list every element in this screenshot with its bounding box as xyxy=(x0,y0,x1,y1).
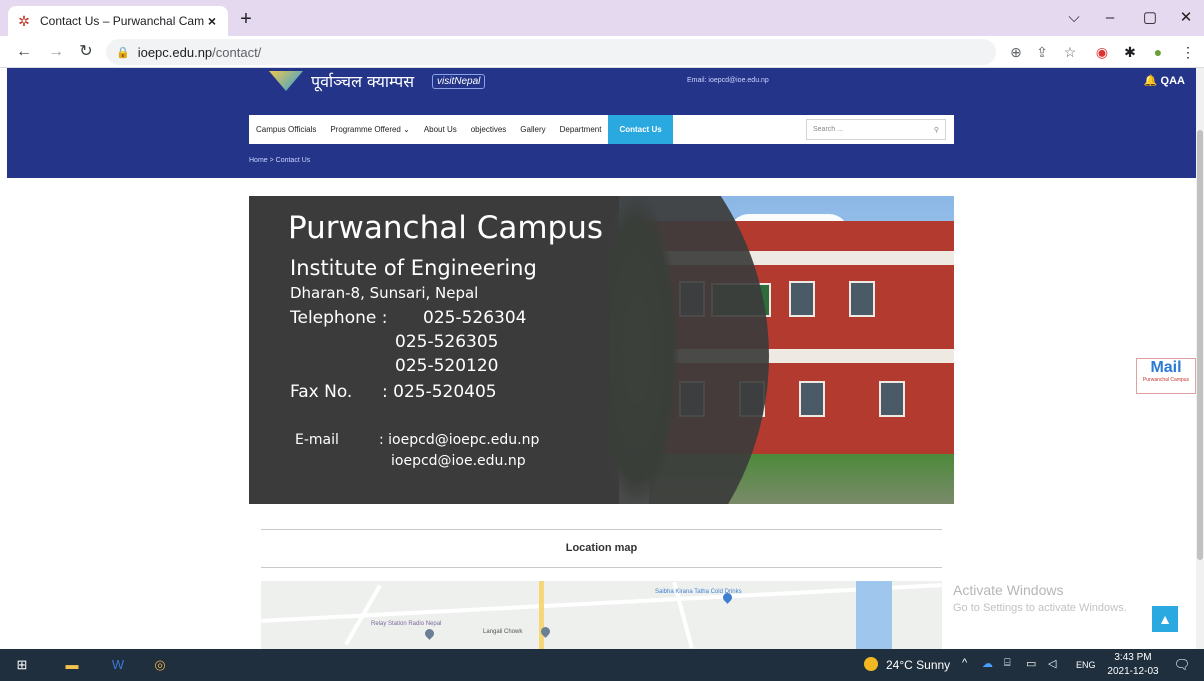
search-placeholder: Search ... xyxy=(813,126,843,133)
clock-time: 3:43 PM xyxy=(1114,652,1152,663)
divider xyxy=(261,529,942,530)
main-nav: Campus Officials Programme Offered ⌄ Abo… xyxy=(249,115,954,144)
word-icon[interactable]: W xyxy=(108,655,128,675)
tray-chevron-icon[interactable]: ^ xyxy=(962,657,967,669)
email-label: E-mail xyxy=(295,432,339,448)
browser-tab-strip: ✲ Contact Us – Purwanchal Campu × + ⌵ – … xyxy=(0,0,1204,36)
mail-badge[interactable]: Mail Purwanchal Campus xyxy=(1136,358,1196,394)
map-label-relay: Relay Station Radio Nepal xyxy=(371,621,442,627)
page-scrollbar[interactable] xyxy=(1196,68,1204,649)
onedrive-icon[interactable]: ☁ xyxy=(982,657,993,670)
url-text: ioepc.edu.np/contact/ xyxy=(137,44,262,60)
browser-menu-icon[interactable]: ⋮ xyxy=(1176,40,1200,64)
location-map-heading: Location map xyxy=(565,542,638,554)
banner-institute: Institute of Engineering xyxy=(290,256,537,280)
windows-taskbar: ⊞ ▬ W ◎ 24°C Sunny ^ ☁ ⌸ ▭ ◁ ENG 3:43 PM… xyxy=(0,649,1204,681)
qaa-link[interactable]: 🔔 QAA xyxy=(1144,74,1185,87)
lock-icon: 🔒 xyxy=(116,46,130,59)
nav-contact-us[interactable]: Contact Us xyxy=(608,115,673,144)
contact-banner-image: Purwanchal Campus Institute of Engineeri… xyxy=(249,196,954,504)
new-tab-button[interactable]: + xyxy=(234,8,258,32)
language-indicator[interactable]: ENG xyxy=(1076,660,1096,670)
map-label-langali: Langali Chowk xyxy=(483,629,523,635)
tab-title: Contact Us – Purwanchal Campu xyxy=(40,14,204,28)
banner-address: Dharan-8, Sunsari, Nepal xyxy=(290,284,479,302)
telephone-2: 025-526305 xyxy=(395,332,499,352)
telephone-3: 025-520120 xyxy=(395,356,499,376)
clock-date: 2021-12-03 xyxy=(1107,666,1159,677)
forward-arrow-icon[interactable]: → xyxy=(44,40,68,64)
visit-nepal-logo: visitNepal xyxy=(432,73,486,89)
banner-title: Purwanchal Campus xyxy=(288,210,604,246)
profile-avatar-icon[interactable]: ● xyxy=(1146,40,1170,64)
email-2: ioepcd@ioe.edu.np xyxy=(391,453,526,469)
campus-favicon-icon: ✲ xyxy=(18,13,30,29)
tab-close-icon[interactable]: × xyxy=(204,13,220,29)
header-email: Email: ioepcd@ioe.edu.np xyxy=(687,77,769,84)
nav-campus-officials[interactable]: Campus Officials xyxy=(249,115,323,144)
nav-programme-offered[interactable]: Programme Offered ⌄ xyxy=(323,115,416,144)
web-page: पूर्वाञ्चल क्याम्पस visitNepal Email: io… xyxy=(0,68,1204,649)
telephone-1: 025-526304 xyxy=(423,308,527,328)
minimize-button[interactable]: – xyxy=(1096,6,1124,30)
volume-icon[interactable]: ◁ xyxy=(1048,657,1056,670)
fax-value: : 025-520405 xyxy=(382,382,497,402)
nav-department[interactable]: Department xyxy=(553,115,609,144)
system-clock[interactable]: 3:43 PM 2021-12-03 xyxy=(1106,651,1160,679)
nav-objectives[interactable]: objectives xyxy=(464,115,514,144)
zoom-icon[interactable]: ⊕ xyxy=(1004,40,1028,64)
nav-about-us[interactable]: About Us xyxy=(417,115,464,144)
address-bar[interactable]: 🔒 ioepc.edu.np/contact/ xyxy=(106,39,996,65)
windows-start-icon[interactable]: ⊞ xyxy=(12,655,32,675)
logo-text: पूर्वाञ्चल क्याम्पस xyxy=(311,72,415,91)
chrome-icon[interactable]: ◎ xyxy=(150,655,170,675)
site-logo[interactable]: पूर्वाञ्चल क्याम्पस visitNepal xyxy=(269,70,486,92)
map-pin-icon[interactable] xyxy=(423,627,436,640)
display-icon[interactable]: ▭ xyxy=(1026,657,1036,670)
file-explorer-icon[interactable]: ▬ xyxy=(62,655,82,675)
search-input[interactable]: Search ... ⚲ xyxy=(806,119,946,140)
nav-gallery[interactable]: Gallery xyxy=(513,115,552,144)
browser-toolbar: ← → ↻ 🔒 ioepc.edu.np/contact/ ⊕ ⇪ ☆ ◉ ✱ … xyxy=(0,36,1204,68)
network-icon[interactable]: ⌸ xyxy=(1004,657,1011,670)
scroll-to-top-button[interactable]: ▲ xyxy=(1152,606,1178,632)
breadcrumb[interactable]: Home > Contact Us xyxy=(249,157,310,164)
close-window-button[interactable]: ✕ xyxy=(1172,6,1200,30)
map-label-saibha: Saibha Kirana Tatha Cold Drinks xyxy=(655,589,742,595)
reload-icon[interactable]: ↻ xyxy=(74,40,98,64)
notification-center-icon[interactable]: 🗨4 xyxy=(1172,655,1192,675)
weather-widget[interactable]: 24°C Sunny xyxy=(864,657,950,672)
share-icon[interactable]: ⇪ xyxy=(1030,40,1054,64)
email-1: : ioepcd@ioepc.edu.np xyxy=(379,432,540,448)
river xyxy=(856,581,892,649)
back-arrow-icon[interactable]: ← xyxy=(12,40,36,64)
extensions-puzzle-icon[interactable]: ✱ xyxy=(1118,40,1142,64)
sun-icon xyxy=(864,657,878,671)
browser-tab-active[interactable]: ✲ Contact Us – Purwanchal Campu × xyxy=(8,6,228,36)
location-map[interactable]: Relay Station Radio Nepal Langali Chowk … xyxy=(261,581,942,649)
search-icon[interactable]: ⚲ xyxy=(934,126,939,134)
bookmark-star-icon[interactable]: ☆ xyxy=(1058,40,1082,64)
extension-icon[interactable]: ◉ xyxy=(1090,40,1114,64)
fax-label: Fax No. xyxy=(290,382,353,402)
bell-icon: 🔔 xyxy=(1143,75,1158,87)
campus-logo-icon xyxy=(269,71,303,91)
mail-sub: Purwanchal Campus xyxy=(1142,377,1190,383)
maximize-button[interactable]: ▢ xyxy=(1136,6,1164,30)
telephone-label: Telephone : xyxy=(290,308,388,328)
activate-windows-subtitle: Go to Settings to activate Windows. xyxy=(953,602,1127,614)
mail-label: Mail xyxy=(1150,359,1182,376)
activate-windows-title: Activate Windows xyxy=(953,582,1064,598)
divider xyxy=(261,567,942,568)
tab-search-button[interactable]: ⌵ xyxy=(1060,6,1088,30)
